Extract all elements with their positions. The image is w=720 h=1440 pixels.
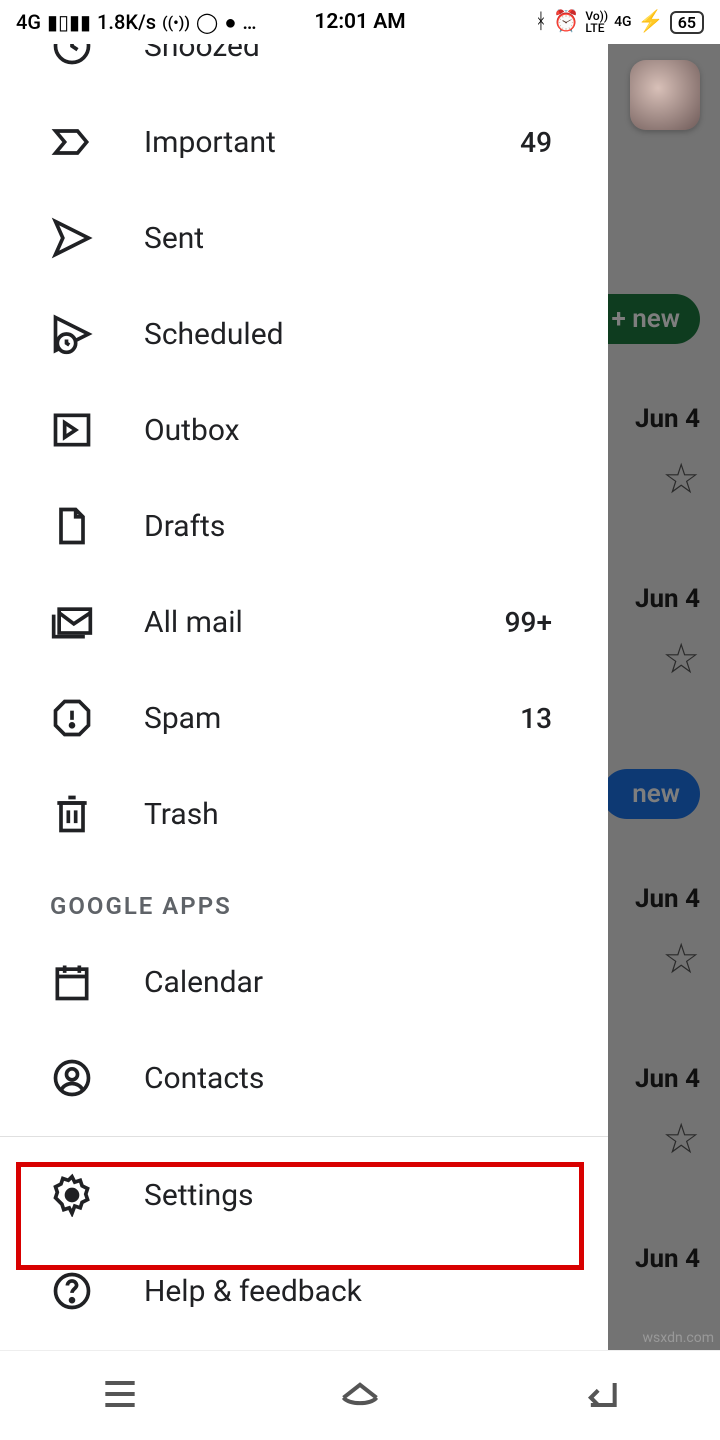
drawer-item-allmail[interactable]: All mail 99+ — [0, 574, 608, 670]
drawer-item-important[interactable]: Important 49 — [0, 94, 608, 190]
data-speed: 1.8K/s — [97, 10, 156, 34]
divider — [0, 1136, 608, 1137]
charge-icon: ⚡ — [638, 10, 664, 34]
drawer-item-outbox[interactable]: Outbox — [0, 382, 608, 478]
drawer-item-label: Drafts — [144, 509, 558, 544]
recent-apps-button[interactable] — [96, 1372, 144, 1420]
drawer-item-label: Sent — [144, 221, 558, 256]
allmail-icon — [50, 600, 94, 644]
more-icon: … — [242, 10, 256, 34]
drawer-item-count: 13 — [520, 702, 558, 735]
system-navigation-bar — [0, 1350, 720, 1440]
gear-icon — [50, 1173, 94, 1217]
drawer-item-label: Outbox — [144, 413, 558, 448]
drawer-item-spam[interactable]: Spam 13 — [0, 670, 608, 766]
help-icon — [50, 1269, 94, 1313]
drawer-item-label: Settings — [144, 1178, 558, 1213]
drawer-item-label: Help & feedback — [144, 1274, 558, 1309]
chat-icon: ● — [224, 10, 236, 35]
status-bar: 4G ▮▯▮▮ 1.8K/s ((•)) ◯ ● … 12:01 AM ᚼ ⏰ … — [0, 0, 720, 44]
drawer-item-count: 99+ — [505, 606, 558, 639]
net2-icon: 4G — [614, 14, 632, 30]
calendar-icon — [50, 960, 94, 1004]
drawer-item-scheduled[interactable]: Scheduled — [0, 286, 608, 382]
profile-avatar[interactable] — [630, 60, 700, 130]
drawer-item-label: Contacts — [144, 1061, 558, 1096]
bluetooth-icon: ᚼ — [535, 10, 548, 34]
drawer-item-sent[interactable]: Sent — [0, 190, 608, 286]
drawer-item-label: Important — [144, 125, 520, 160]
home-button[interactable] — [336, 1372, 384, 1420]
alarm-icon: ⏰ — [553, 10, 579, 34]
whatsapp-icon: ◯ — [196, 10, 218, 34]
drawer-item-label: Scheduled — [144, 317, 558, 352]
battery-level: 65 — [670, 11, 704, 34]
drawer-item-trash[interactable]: Trash — [0, 766, 608, 862]
clock: 12:01 AM — [314, 10, 405, 34]
status-left: 4G ▮▯▮▮ 1.8K/s ((•)) ◯ ● … — [16, 10, 257, 35]
spam-icon — [50, 696, 94, 740]
scheduled-icon — [50, 312, 94, 356]
important-icon — [50, 120, 94, 164]
drawer-item-help[interactable]: Help & feedback — [0, 1243, 608, 1339]
drawer-item-snoozed[interactable]: Snoozed — [0, 44, 608, 94]
drawer-item-contacts[interactable]: Contacts — [0, 1030, 608, 1126]
network-type: 4G — [16, 10, 41, 34]
drawer-item-label: Snoozed — [144, 44, 558, 64]
drawer-item-drafts[interactable]: Drafts — [0, 478, 608, 574]
drawer-item-calendar[interactable]: Calendar — [0, 934, 608, 1030]
send-icon — [50, 216, 94, 260]
drawer-item-settings[interactable]: Settings — [0, 1147, 608, 1243]
signal-icon: ▮▯▮▮ — [47, 10, 91, 34]
drawer-item-count: 49 — [520, 126, 558, 159]
back-button[interactable] — [576, 1372, 624, 1420]
drawer-item-label: Spam — [144, 701, 520, 736]
hotspot-icon: ((•)) — [162, 13, 190, 32]
clock-icon — [50, 44, 94, 68]
status-right: ᚼ ⏰ Vo))LTE 4G ⚡ 65 — [535, 10, 704, 34]
drawer-item-label: Trash — [144, 797, 558, 832]
navigation-drawer: Snoozed Important 49 Sent Scheduled — [0, 44, 608, 1350]
person-icon — [50, 1056, 94, 1100]
section-header-googleapps: GOOGLE APPS — [0, 862, 608, 934]
file-icon — [50, 504, 94, 548]
volte-icon: Vo))LTE — [585, 10, 608, 34]
drawer-item-label: Calendar — [144, 965, 558, 1000]
trash-icon — [50, 792, 94, 836]
drawer-item-label: All mail — [144, 605, 505, 640]
watermark: wsxdn.com — [643, 1330, 714, 1346]
outbox-icon — [50, 408, 94, 452]
